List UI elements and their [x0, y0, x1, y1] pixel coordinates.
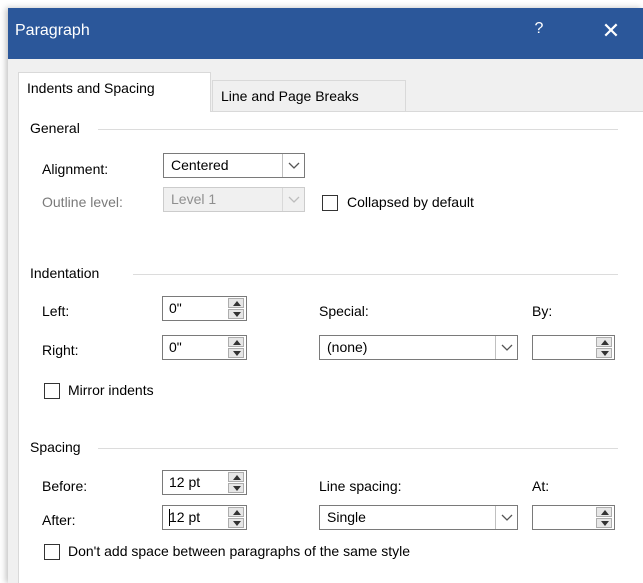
spinner-buttons [228, 472, 244, 493]
line-spacing-select[interactable]: Single [319, 505, 518, 530]
spinner-buttons [228, 337, 244, 358]
line-spacing-label: Line spacing: [319, 478, 402, 494]
line-spacing-value: Single [327, 509, 366, 525]
tab-label: Indents and Spacing [27, 80, 155, 96]
special-select[interactable]: (none) [319, 335, 518, 360]
triangle-up-icon[interactable] [228, 507, 244, 517]
spinner-buttons [228, 298, 244, 319]
close-button[interactable]: ✕ [596, 16, 626, 46]
section-spacing: Spacing [30, 439, 81, 455]
spinner-buttons [596, 507, 612, 528]
triangle-down-icon[interactable] [228, 309, 244, 319]
triangle-down-icon[interactable] [228, 518, 244, 528]
spacing-before-value: 12 pt [169, 474, 201, 490]
mirror-indents-label: Mirror indents [68, 382, 154, 398]
paragraph-dialog: Paragraph ? ✕ Indents and Spacing Line a… [8, 8, 643, 583]
spacing-after-spinner[interactable]: 12 pt [162, 505, 247, 530]
special-value: (none) [327, 339, 368, 355]
triangle-up-icon[interactable] [228, 472, 244, 482]
alignment-select[interactable]: Centered [163, 153, 305, 178]
chevron-down-icon[interactable] [282, 188, 304, 211]
collapsed-label: Collapsed by default [347, 194, 474, 210]
special-label: Special: [319, 303, 369, 319]
triangle-down-icon[interactable] [228, 483, 244, 493]
dont-add-space-label: Don't add space between paragraphs of th… [68, 543, 410, 559]
spacing-after-value: 12 pt [169, 509, 201, 525]
spacing-before-spinner[interactable]: 12 pt [162, 470, 247, 495]
section-heading: Indentation [30, 265, 100, 281]
triangle-up-icon[interactable] [228, 337, 244, 347]
triangle-up-icon[interactable] [596, 337, 612, 347]
spinner-buttons [596, 337, 612, 358]
section-indentation: Indentation [30, 265, 99, 281]
chevron-down-icon[interactable] [495, 506, 517, 529]
help-button[interactable]: ? [531, 20, 547, 38]
section-heading: Spacing [30, 439, 81, 455]
section-general: General [30, 120, 80, 136]
at-spinner[interactable] [532, 505, 615, 530]
triangle-up-icon[interactable] [596, 507, 612, 517]
indent-right-label: Right: [42, 342, 79, 358]
dialog-title: Paragraph [15, 22, 90, 39]
indent-right-spinner[interactable]: 0" [162, 335, 247, 360]
divider-line [133, 274, 618, 275]
chevron-down-icon[interactable] [282, 154, 304, 177]
triangle-down-icon[interactable] [596, 348, 612, 358]
outline-level-select[interactable]: Level 1 [163, 187, 305, 212]
alignment-value: Centered [171, 157, 229, 173]
triangle-up-icon[interactable] [228, 298, 244, 308]
indent-right-value: 0" [169, 339, 182, 355]
section-heading: General [30, 120, 80, 136]
at-label: At: [532, 478, 550, 494]
alignment-label: Alignment: [42, 161, 109, 177]
outline-level-label: Outline level: [42, 194, 123, 210]
collapsed-checkbox[interactable] [322, 195, 338, 211]
triangle-down-icon[interactable] [228, 348, 244, 358]
indent-left-value: 0" [169, 300, 182, 316]
by-spinner[interactable] [532, 335, 615, 360]
spacing-before-label: Before: [42, 478, 88, 494]
divider-line [98, 448, 618, 449]
dont-add-space-checkbox[interactable] [44, 544, 60, 560]
triangle-down-icon[interactable] [596, 518, 612, 528]
outline-level-value: Level 1 [171, 191, 217, 207]
tab-line-and-page-breaks[interactable]: Line and Page Breaks [212, 80, 406, 111]
by-label: By: [532, 303, 553, 319]
spacing-after-label: After: [42, 512, 76, 528]
divider-line [98, 129, 618, 130]
tab-label: Line and Page Breaks [221, 88, 359, 104]
tab-indents-and-spacing[interactable]: Indents and Spacing [18, 72, 211, 112]
mirror-indents-checkbox[interactable] [44, 383, 60, 399]
chevron-down-icon[interactable] [495, 336, 517, 359]
indent-left-spinner[interactable]: 0" [162, 296, 247, 321]
indent-left-label: Left: [42, 303, 70, 319]
spinner-buttons [228, 507, 244, 528]
title-bar: Paragraph ? ✕ [8, 8, 643, 59]
